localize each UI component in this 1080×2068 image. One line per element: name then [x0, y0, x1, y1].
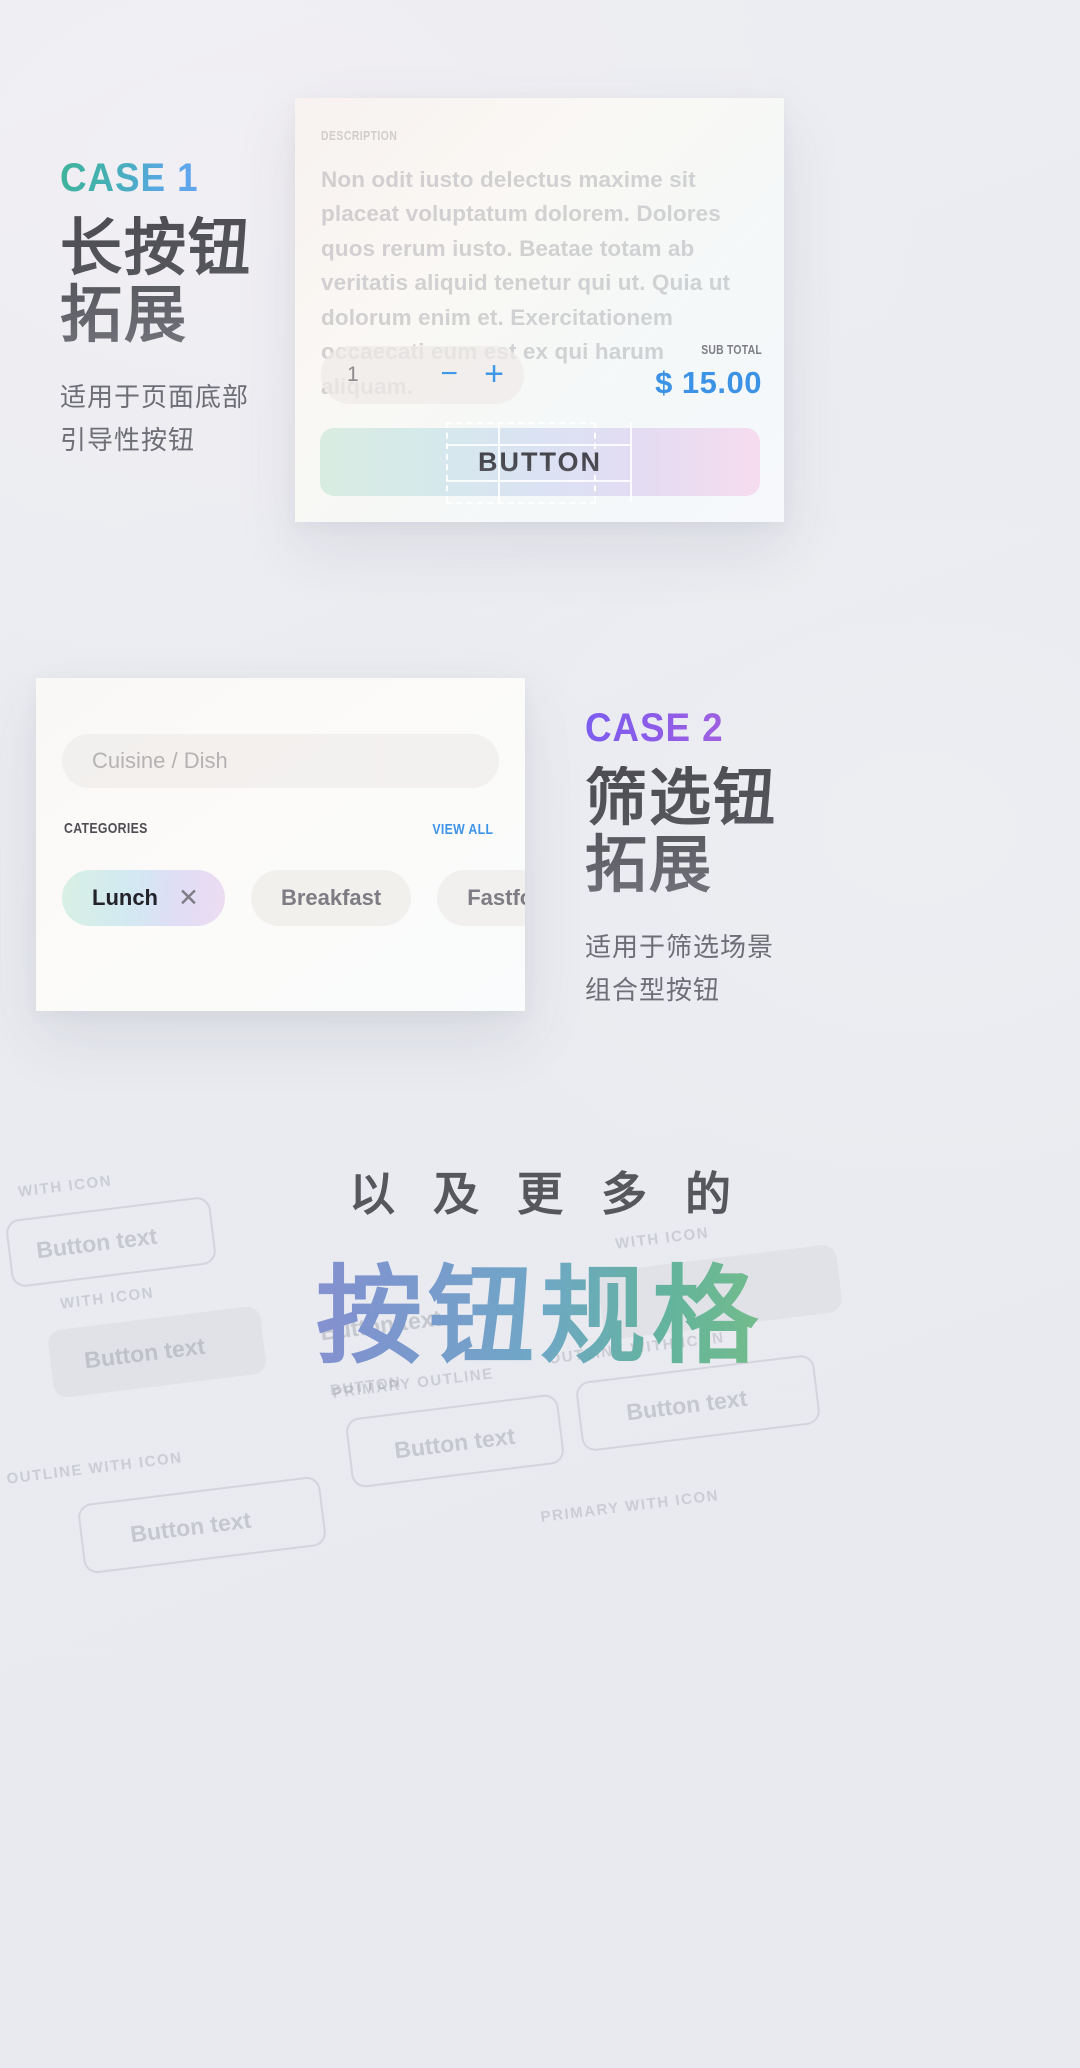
- cta-button-label: BUTTON: [320, 428, 760, 496]
- hero-subtitle: 以及更多的: [349, 1168, 769, 1220]
- chip-fastfood-label: Fastfood: [467, 885, 525, 910]
- category-chip-row: Lunch ✕ Breakfast Fastfood: [62, 870, 525, 926]
- quantity-value: 1: [347, 363, 359, 386]
- chip-lunch-label: Lunch: [92, 885, 158, 910]
- case2-label: CASE 2: [585, 706, 724, 750]
- subtotal-label: SUB TOTAL: [701, 342, 762, 357]
- plus-icon[interactable]: +: [484, 357, 504, 391]
- chip-fastfood[interactable]: Fastfood: [437, 870, 525, 926]
- quantity-stepper[interactable]: 1 − +: [321, 346, 524, 404]
- search-placeholder: Cuisine / Dish: [92, 748, 228, 773]
- subtotal-value: $ 15.00: [655, 365, 762, 400]
- view-all-link[interactable]: VIEW ALL: [432, 821, 493, 838]
- case2-heading-line1: 筛选钮: [585, 764, 778, 833]
- search-input[interactable]: Cuisine / Dish: [62, 734, 499, 788]
- case2-desc-line1: 适用于筛选场景: [585, 931, 775, 962]
- guide-dash-bottom: [446, 502, 596, 504]
- product-detail-card: DESCRIPTION Non odit iusto delectus maxi…: [295, 98, 784, 522]
- hero-title: 按钮规格: [0, 1230, 1080, 1384]
- filter-card: Cuisine / Dish CATEGORIES VIEW ALL Lunch…: [36, 678, 525, 1011]
- quantity-subtotal-row: 1 − + SUB TOTAL $ 15.00: [321, 342, 762, 404]
- guide-dash-top: [446, 422, 596, 424]
- case2-text-block: CASE 2 筛选钮 拓展 适用于筛选场景 组合型按钮: [585, 708, 885, 1012]
- ghost-caption-3: OUTLINE WITH ICON: [5, 1449, 184, 1488]
- case2-desc-line2: 组合型按钮: [585, 974, 721, 1005]
- case1-label: CASE 1: [60, 156, 199, 200]
- ghost-caption-8: PRIMARY WITH ICON: [539, 1487, 721, 1526]
- close-icon[interactable]: ✕: [178, 883, 199, 913]
- case2-description: 适用于筛选场景 组合型按钮: [585, 926, 885, 1012]
- cta-button-wrapper: BUTTON: [320, 422, 760, 504]
- case2-heading: 筛选钮 拓展: [585, 766, 885, 900]
- chip-breakfast-label: Breakfast: [280, 885, 382, 910]
- description-section-label: DESCRIPTION: [321, 128, 398, 143]
- categories-label: CATEGORIES: [64, 820, 148, 837]
- chip-breakfast[interactable]: Breakfast: [250, 870, 412, 926]
- minus-icon[interactable]: −: [440, 359, 458, 389]
- subtotal-block: SUB TOTAL $ 15.00: [655, 342, 762, 401]
- chip-lunch[interactable]: Lunch ✕: [62, 870, 225, 926]
- hero-section: WITH ICON Button text WITH ICON Button t…: [0, 1090, 1080, 1650]
- case2-heading-line2: 拓展: [585, 830, 714, 900]
